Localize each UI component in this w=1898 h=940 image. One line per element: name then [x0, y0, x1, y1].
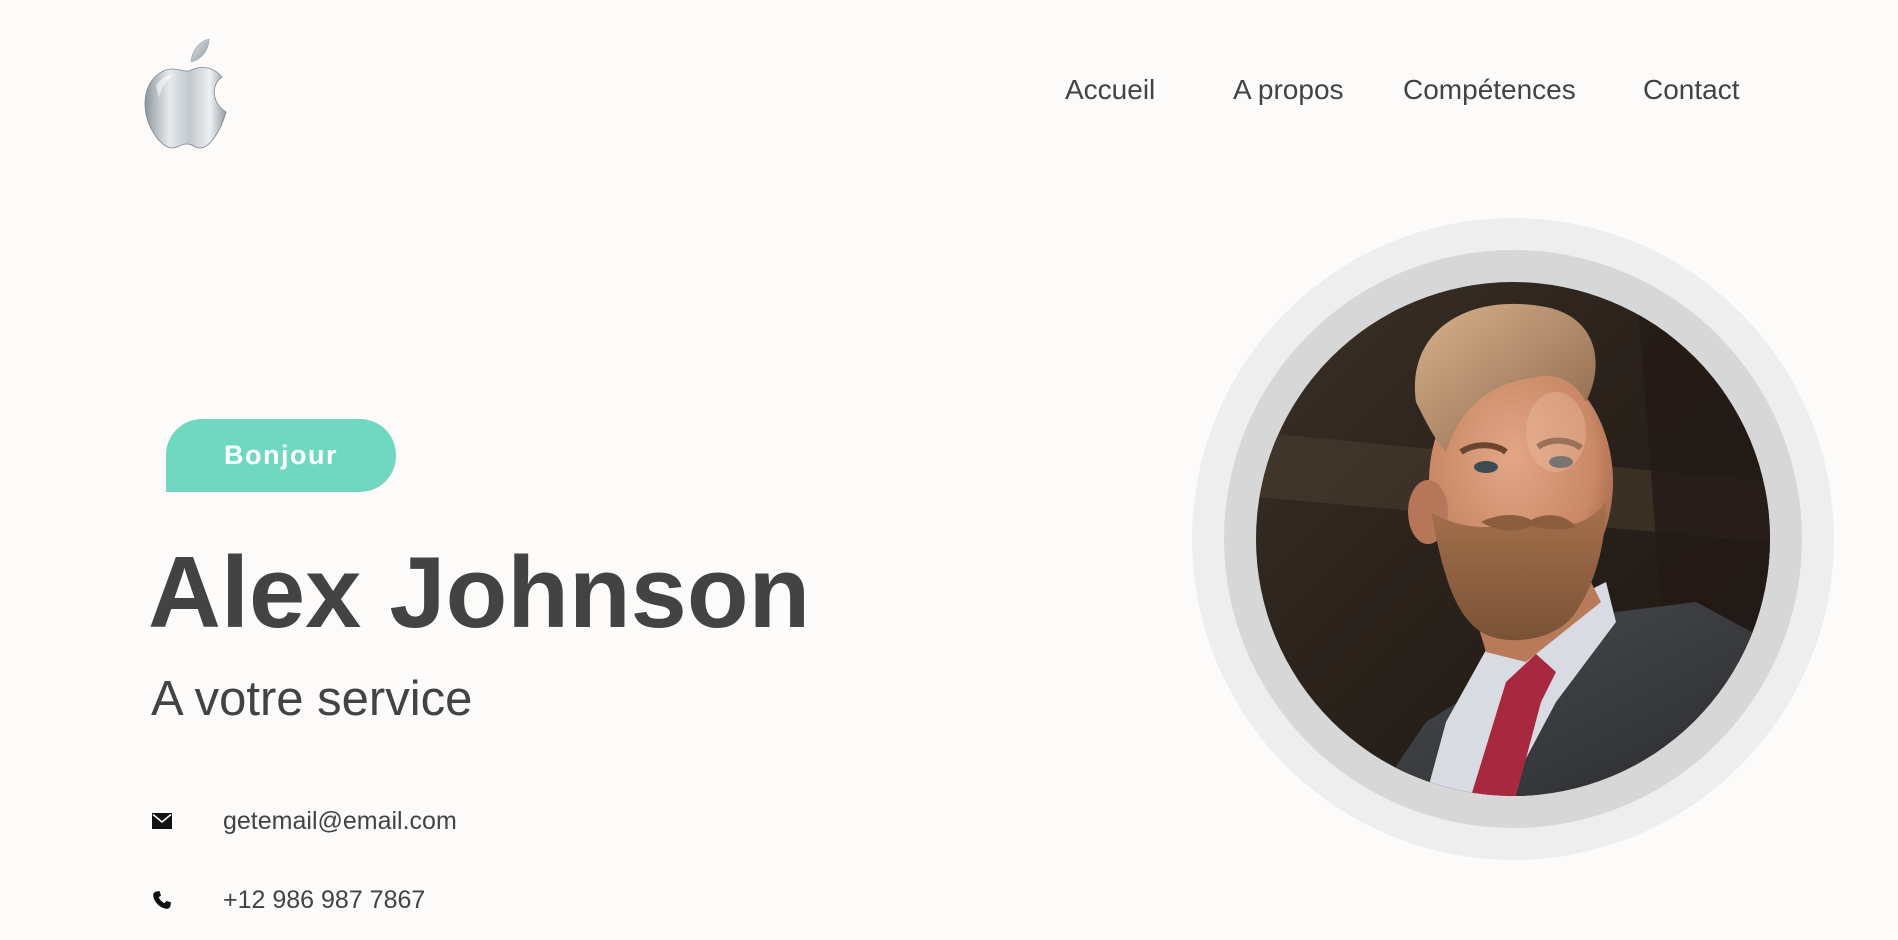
email-text: getemail@email.com — [223, 806, 457, 835]
greeting-badge: Bonjour — [166, 419, 396, 492]
nav-contact[interactable]: Contact — [1643, 74, 1740, 106]
portrait-photo — [1256, 282, 1770, 796]
phone-text: +12 986 987 7867 — [223, 885, 426, 914]
main-nav: Accueil A propos Compétences Contact — [0, 74, 1898, 114]
nav-competences[interactable]: Compétences — [1403, 74, 1576, 106]
phone-icon — [151, 889, 173, 911]
hero-name: Alex Johnson — [148, 537, 811, 649]
hero-subtitle: A votre service — [151, 672, 473, 726]
email-row[interactable]: getemail@email.com — [151, 804, 457, 838]
phone-row[interactable]: +12 986 987 7867 — [151, 883, 425, 917]
nav-a-propos[interactable]: A propos — [1233, 74, 1344, 106]
envelope-icon — [151, 810, 173, 832]
nav-accueil[interactable]: Accueil — [1065, 74, 1155, 106]
